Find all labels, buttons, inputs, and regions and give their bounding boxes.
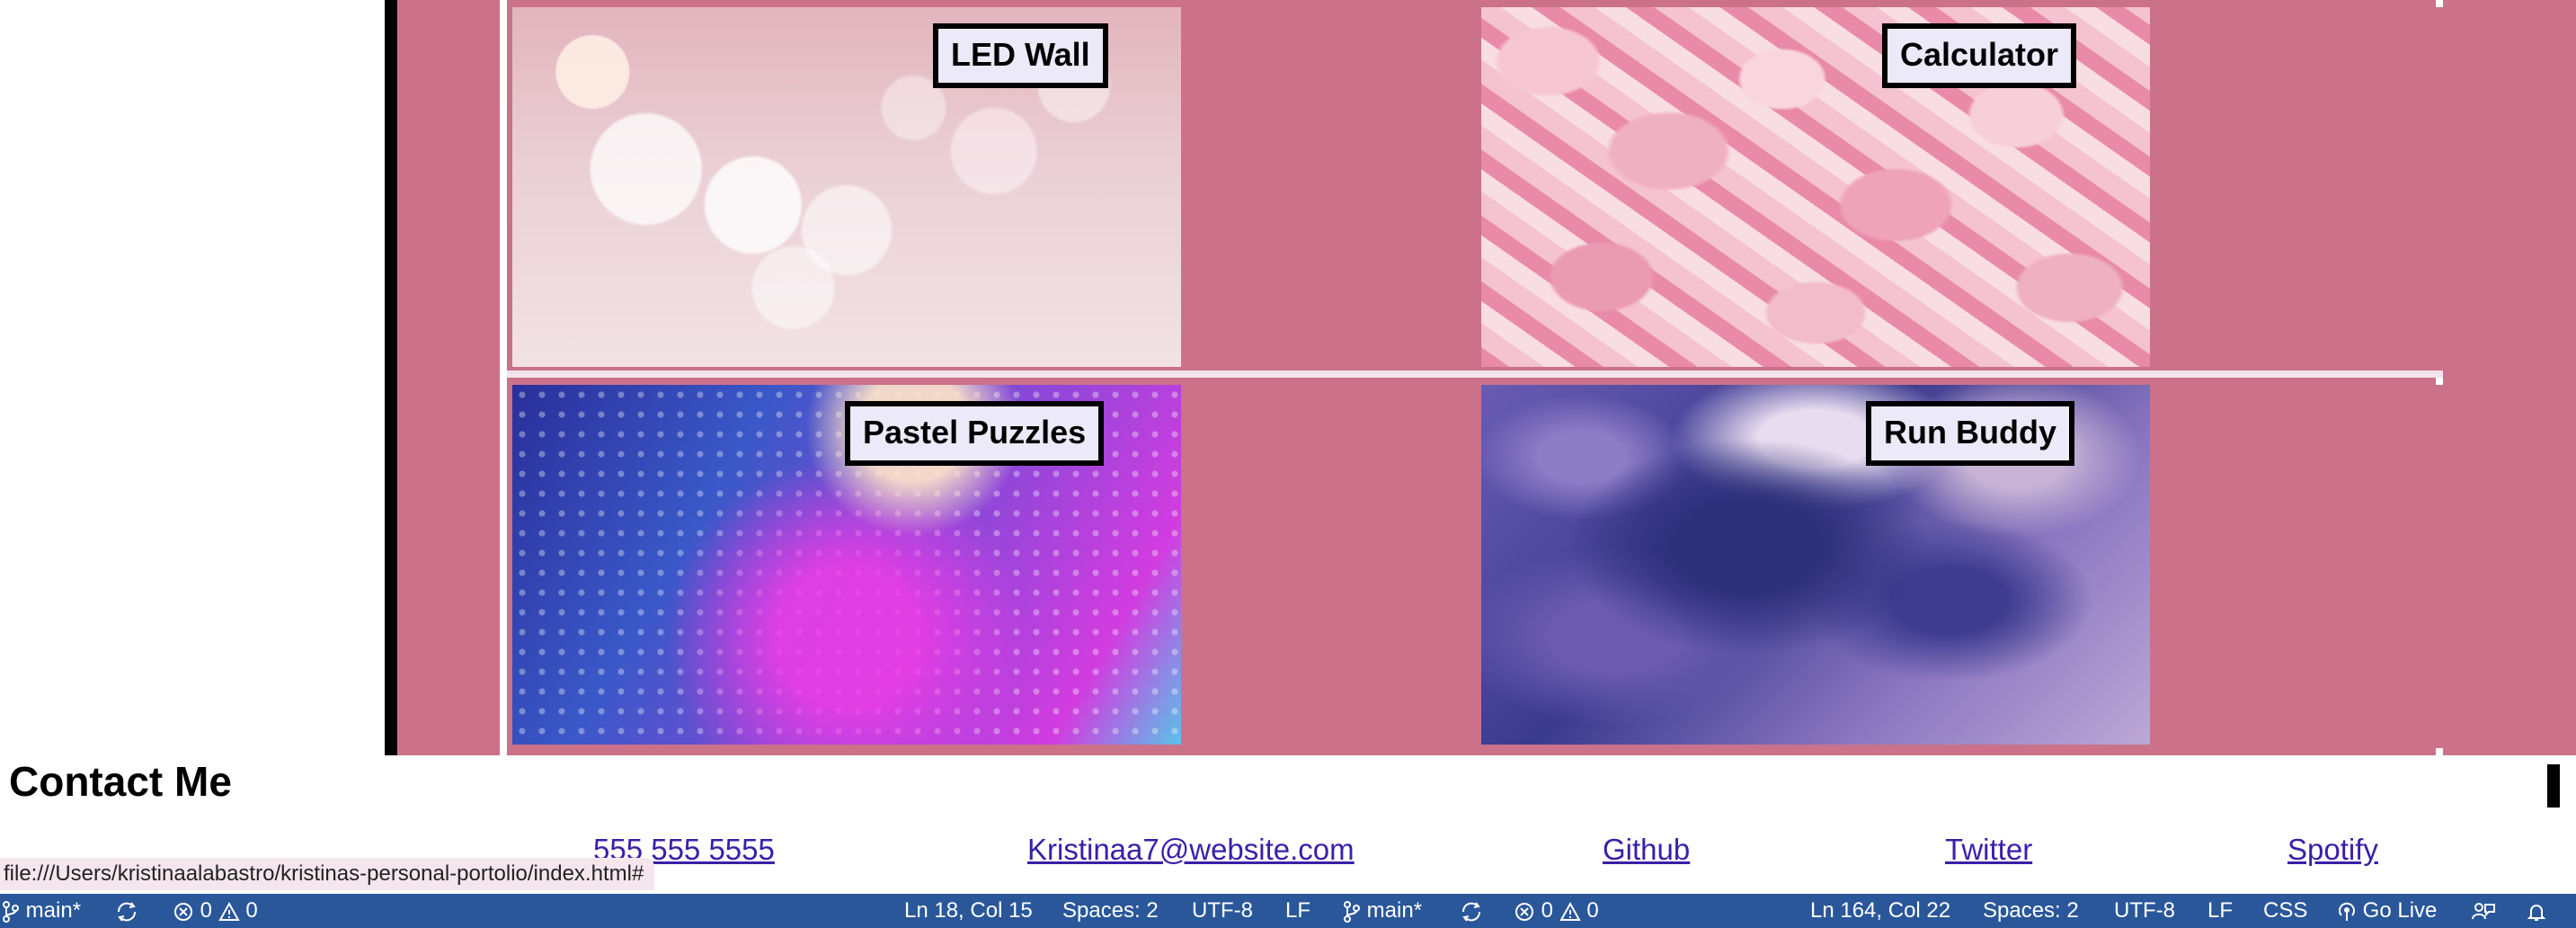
sync-button-secondary[interactable]: [1460, 894, 1483, 928]
project-title-led-wall[interactable]: LED Wall: [933, 23, 1108, 88]
project-title-pastel-puzzles[interactable]: Pastel Puzzles: [845, 401, 1105, 466]
error-count: 0: [200, 898, 213, 923]
branch-name: main*: [25, 898, 82, 923]
branch-name: main*: [1366, 898, 1423, 923]
contact-heading: Contact Me: [9, 758, 232, 805]
portfolio-left-border: [385, 0, 397, 755]
warning-count: 0: [245, 898, 258, 923]
contact-link-email[interactable]: Kristinaa7@website.com: [1027, 833, 1355, 867]
bell-icon: [2526, 898, 2547, 923]
project-title-calculator[interactable]: Calculator: [1882, 23, 2077, 88]
feedback-icon: [2472, 898, 2495, 923]
text-cursor-marker: [2547, 764, 2560, 808]
go-live-label: Go Live: [2362, 898, 2438, 923]
encoding-setting-secondary[interactable]: UTF-8: [2114, 894, 2175, 928]
warning-icon: [1559, 898, 1587, 923]
contact-link-twitter[interactable]: Twitter: [1945, 833, 2032, 867]
contact-link-spotify[interactable]: Spotify: [2287, 833, 2378, 867]
sync-button[interactable]: [115, 894, 138, 928]
row-divider: [507, 370, 2443, 378]
warning-count: 0: [1586, 898, 1599, 923]
encoding-setting[interactable]: UTF-8: [1192, 894, 1253, 928]
editor-status-bar: main* 0 0 Ln 18, Col 15 Spaces: 2 UTF-8 …: [0, 894, 2576, 928]
sync-icon: [115, 898, 138, 923]
branch-icon: [2, 898, 26, 923]
sync-icon: [1460, 898, 1483, 923]
source-control-branch[interactable]: main*: [2, 894, 81, 928]
cursor-position[interactable]: Ln 18, Col 15: [904, 894, 1033, 928]
go-live-button[interactable]: Go Live: [2337, 894, 2437, 928]
broadcast-icon: [2337, 898, 2363, 923]
error-icon: [1514, 898, 1541, 923]
problems-indicator-secondary[interactable]: 0 0: [1514, 894, 1599, 928]
project-title-run-buddy[interactable]: Run Buddy: [1866, 401, 2074, 466]
eol-setting-secondary[interactable]: LF: [2207, 894, 2233, 928]
project-card-run-buddy[interactable]: Run Buddy: [1481, 385, 2445, 748]
language-mode[interactable]: CSS: [2263, 894, 2307, 928]
error-count: 0: [1541, 898, 1554, 923]
cursor-position-secondary[interactable]: Ln 164, Col 22: [1810, 894, 1950, 928]
project-card-pastel-puzzles[interactable]: Pastel Puzzles: [512, 385, 1476, 748]
link-url-tooltip: file:///Users/kristinaalabastro/kristina…: [0, 858, 655, 890]
feedback-button[interactable]: [2472, 894, 2495, 928]
problems-indicator[interactable]: 0 0: [173, 894, 258, 928]
contact-link-github[interactable]: Github: [1603, 833, 1690, 867]
project-card-led-wall[interactable]: LED Wall: [512, 7, 1476, 370]
error-icon: [173, 898, 200, 923]
warning-icon: [218, 898, 246, 923]
column-divider: [500, 0, 507, 755]
project-card-calculator[interactable]: Calculator: [1481, 7, 2445, 370]
indentation-setting[interactable]: Spaces: 2: [1062, 894, 1159, 928]
source-control-branch-secondary[interactable]: main*: [1343, 894, 1422, 928]
eol-setting[interactable]: LF: [1285, 894, 1310, 928]
branch-icon: [1343, 898, 1367, 923]
notifications-button[interactable]: [2526, 894, 2547, 928]
indentation-setting-secondary[interactable]: Spaces: 2: [1983, 894, 2079, 928]
